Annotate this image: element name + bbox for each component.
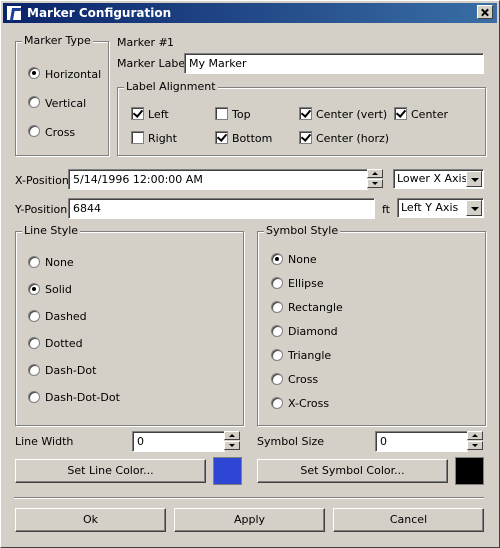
- cancel-button[interactable]: Cancel: [333, 508, 484, 532]
- radio-vertical[interactable]: [28, 96, 40, 108]
- checkbox-center[interactable]: [394, 107, 407, 120]
- radio-symbol-cross-label: Cross: [288, 373, 319, 386]
- radio-line-solid[interactable]: [28, 283, 40, 295]
- line-width-spinner[interactable]: [224, 431, 240, 451]
- title-bar[interactable]: Marker Configuration: [3, 3, 497, 23]
- checkbox-center-vert[interactable]: [299, 107, 312, 120]
- label-alignment-group: Label Alignment: [117, 80, 486, 156]
- set-line-color-button[interactable]: Set Line Color...: [15, 459, 206, 483]
- checkbox-bottom[interactable]: [215, 131, 228, 144]
- marker-label-caption: Marker Label: [117, 57, 189, 70]
- checkbox-center-vert-label: Center (vert): [316, 108, 388, 121]
- checkbox-left[interactable]: [131, 107, 144, 120]
- radio-line-solid-label: Solid: [45, 283, 72, 296]
- app-icon: [6, 5, 22, 21]
- chevron-down-icon[interactable]: [466, 200, 482, 216]
- checkbox-right-label: Right: [148, 132, 177, 145]
- separator: [14, 497, 484, 499]
- y-axis-select-value: Left Y Axis: [401, 201, 459, 214]
- radio-line-none-label: None: [45, 256, 74, 269]
- checkbox-top[interactable]: [215, 107, 228, 120]
- radio-cross[interactable]: [28, 125, 40, 137]
- symbol-color-swatch[interactable]: [455, 457, 484, 485]
- spin-down-icon[interactable]: [224, 441, 240, 450]
- radio-line-dash-dot[interactable]: [28, 364, 40, 376]
- y-position-unit: ft: [382, 203, 390, 216]
- checkbox-center-label: Center: [411, 108, 449, 121]
- x-position-label: X-Position: [15, 174, 69, 187]
- chevron-down-icon[interactable]: [466, 171, 482, 187]
- spin-up-icon[interactable]: [367, 169, 383, 178]
- radio-vertical-label: Vertical: [45, 97, 87, 110]
- y-axis-select[interactable]: Left Y Axis: [397, 198, 484, 218]
- spin-down-icon[interactable]: [467, 441, 483, 450]
- radio-symbol-none[interactable]: [271, 253, 283, 265]
- window-title: Marker Configuration: [27, 6, 172, 20]
- checkbox-center-horz-label: Center (horz): [316, 132, 390, 145]
- symbol-size-spinner[interactable]: [467, 431, 483, 451]
- x-axis-select[interactable]: Lower X Axis: [393, 169, 484, 189]
- y-position-input[interactable]: 6844: [68, 198, 375, 219]
- marker-number-value: 1: [167, 36, 174, 49]
- radio-cross-label: Cross: [45, 126, 76, 139]
- apply-button[interactable]: Apply: [174, 508, 325, 532]
- spin-up-icon[interactable]: [467, 431, 483, 440]
- radio-symbol-rectangle-label: Rectangle: [288, 301, 343, 314]
- marker-type-legend: Marker Type: [22, 34, 93, 47]
- radio-symbol-triangle[interactable]: [271, 349, 283, 361]
- radio-symbol-ellipse[interactable]: [271, 277, 283, 289]
- spin-up-icon[interactable]: [224, 431, 240, 440]
- marker-number-label: Marker #: [117, 36, 168, 49]
- radio-line-dash-dot-dot[interactable]: [28, 391, 40, 403]
- radio-symbol-triangle-label: Triangle: [288, 349, 332, 362]
- ok-button[interactable]: Ok: [15, 508, 166, 532]
- checkbox-bottom-label: Bottom: [232, 132, 273, 145]
- checkbox-right[interactable]: [131, 131, 144, 144]
- label-alignment-legend: Label Alignment: [124, 80, 218, 93]
- radio-symbol-rectangle[interactable]: [271, 301, 283, 313]
- radio-line-dash-dot-label: Dash-Dot: [45, 364, 97, 377]
- radio-line-dashed-label: Dashed: [45, 310, 87, 323]
- x-position-input[interactable]: 5/14/1996 12:00:00 AM: [68, 169, 368, 190]
- symbol-size-input[interactable]: 0: [375, 431, 468, 452]
- radio-horizontal-label: Horizontal: [45, 68, 102, 81]
- radio-line-dotted-label: Dotted: [45, 337, 83, 350]
- checkbox-top-label: Top: [232, 108, 251, 121]
- radio-symbol-cross[interactable]: [271, 373, 283, 385]
- radio-symbol-x-cross[interactable]: [271, 397, 283, 409]
- set-symbol-color-button[interactable]: Set Symbol Color...: [257, 459, 448, 483]
- checkbox-left-label: Left: [148, 108, 169, 121]
- close-icon[interactable]: [477, 5, 493, 19]
- line-width-input[interactable]: 0: [132, 431, 225, 452]
- y-position-label: Y-Position: [15, 203, 68, 216]
- symbol-style-legend: Symbol Style: [264, 224, 341, 237]
- radio-line-dash-dot-dot-label: Dash-Dot-Dot: [45, 391, 120, 404]
- symbol-size-label: Symbol Size: [257, 435, 325, 448]
- x-axis-select-value: Lower X Axis: [397, 172, 468, 185]
- spin-down-icon[interactable]: [367, 179, 383, 188]
- radio-symbol-x-cross-label: X-Cross: [288, 397, 330, 410]
- radio-line-dashed[interactable]: [28, 310, 40, 322]
- radio-line-dotted[interactable]: [28, 337, 40, 349]
- radio-horizontal[interactable]: [28, 67, 40, 79]
- marker-label-input[interactable]: My Marker: [184, 53, 484, 74]
- radio-symbol-diamond[interactable]: [271, 325, 283, 337]
- line-width-label: Line Width: [15, 435, 74, 448]
- radio-symbol-diamond-label: Diamond: [288, 325, 338, 338]
- radio-symbol-ellipse-label: Ellipse: [288, 277, 324, 290]
- checkbox-center-horz[interactable]: [299, 131, 312, 144]
- x-position-spinner[interactable]: [367, 169, 383, 189]
- radio-line-none[interactable]: [28, 256, 40, 268]
- radio-symbol-none-label: None: [288, 253, 317, 266]
- line-style-legend: Line Style: [22, 224, 81, 237]
- line-color-swatch[interactable]: [213, 457, 242, 485]
